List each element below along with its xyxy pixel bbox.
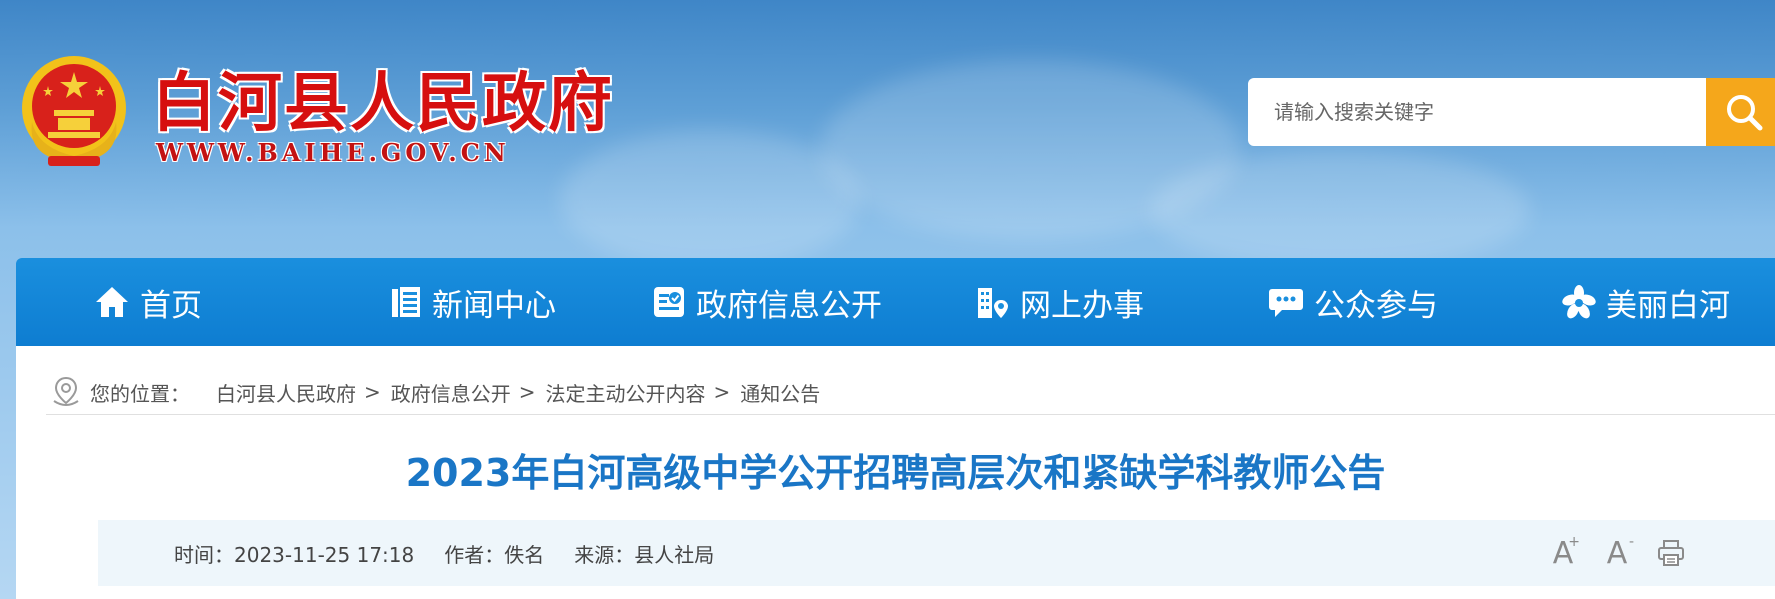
breadcrumb-label: 您的位置： xyxy=(90,381,190,406)
nav-label: 美丽白河 xyxy=(1606,287,1730,324)
source-value: 县人社局 xyxy=(634,542,715,567)
print-icon xyxy=(1658,540,1684,566)
info-card-icon xyxy=(654,287,684,317)
site-header: 白河县人民政府 WWW.BAIHE.GOV.CN xyxy=(0,0,1775,270)
nav-label: 首页 xyxy=(140,287,202,324)
author-value: 佚名 xyxy=(504,542,545,567)
background-cloud xyxy=(560,130,860,270)
nav-label: 公众参与 xyxy=(1314,287,1438,324)
home-icon xyxy=(96,287,128,317)
newspaper-icon xyxy=(392,287,420,317)
national-emblem-icon[interactable] xyxy=(18,52,130,172)
breadcrumb-link[interactable]: 通知公告 xyxy=(740,378,820,407)
site-url: WWW.BAIHE.GOV.CN xyxy=(156,138,510,167)
article-tools: A + A - xyxy=(1544,520,1706,586)
breadcrumb-link[interactable]: 白河县人民政府 xyxy=(216,378,356,407)
chat-bubble-icon xyxy=(1269,289,1303,317)
increase-font-button[interactable]: A + xyxy=(1544,534,1582,572)
breadcrumb-separator: > xyxy=(713,380,731,404)
font-decrease-glyph: A xyxy=(1606,535,1628,571)
nav-item-beautiful-baihe[interactable]: 美丽白河 xyxy=(1562,258,1730,346)
main-nav: 首页 新闻中心 政府信息公开 网上办事 公众参与 美丽白河 xyxy=(16,258,1775,346)
print-button[interactable] xyxy=(1652,534,1690,572)
breadcrumb-link[interactable]: 政府信息公开 xyxy=(391,378,511,407)
location-pin-icon xyxy=(53,376,79,406)
time-label: 时间： xyxy=(174,542,234,567)
decrease-font-button[interactable]: A - xyxy=(1598,534,1636,572)
search-bar xyxy=(1248,78,1775,146)
building-location-icon xyxy=(978,288,1008,318)
search-input[interactable] xyxy=(1248,78,1706,146)
author: 作者：佚名 xyxy=(444,539,544,568)
breadcrumb-link[interactable]: 法定主动公开内容 xyxy=(546,378,706,407)
breadcrumb-separator: > xyxy=(518,380,536,404)
article-meta-bar: 时间：2023-11-25 17:18 作者：佚名 来源：县人社局 A + A … xyxy=(98,520,1775,586)
source-label: 来源： xyxy=(574,542,635,567)
nav-label: 网上办事 xyxy=(1020,287,1144,324)
flower-icon xyxy=(1562,285,1596,319)
nav-label: 政府信息公开 xyxy=(696,287,882,324)
source: 来源：县人社局 xyxy=(574,539,714,568)
search-button[interactable] xyxy=(1706,78,1775,146)
time-value: 2023-11-25 17:18 xyxy=(234,542,415,567)
nav-label: 新闻中心 xyxy=(432,287,556,324)
nav-item-public-participation[interactable]: 公众参与 xyxy=(1268,258,1438,346)
breadcrumb-separator: > xyxy=(364,380,381,404)
breadcrumb-divider xyxy=(46,414,1775,415)
publish-time: 时间：2023-11-25 17:18 xyxy=(174,539,414,568)
background-cloud xyxy=(1150,150,1530,270)
author-label: 作者： xyxy=(444,542,505,567)
nav-item-news[interactable]: 新闻中心 xyxy=(390,258,556,346)
minus-icon: - xyxy=(1628,534,1634,550)
nav-item-online-services[interactable]: 网上办事 xyxy=(976,258,1144,346)
article-meta: 时间：2023-11-25 17:18 作者：佚名 来源：县人社局 xyxy=(174,520,744,586)
breadcrumb: 您的位置： 白河县人民政府 > 政府信息公开 > 法定主动公开内容 > 通知公告 xyxy=(50,372,820,412)
site-title[interactable]: 白河县人民政府 xyxy=(152,52,614,144)
search-icon xyxy=(1727,95,1763,131)
nav-item-gov-info[interactable]: 政府信息公开 xyxy=(652,258,882,346)
main-content: 您的位置： 白河县人民政府 > 政府信息公开 > 法定主动公开内容 > 通知公告… xyxy=(16,346,1775,599)
plus-icon: + xyxy=(1568,534,1580,550)
article-title: 2023年白河高级中学公开招聘高层次和紧缺学科教师公告 xyxy=(405,451,1386,495)
nav-item-home[interactable]: 首页 xyxy=(94,258,202,346)
